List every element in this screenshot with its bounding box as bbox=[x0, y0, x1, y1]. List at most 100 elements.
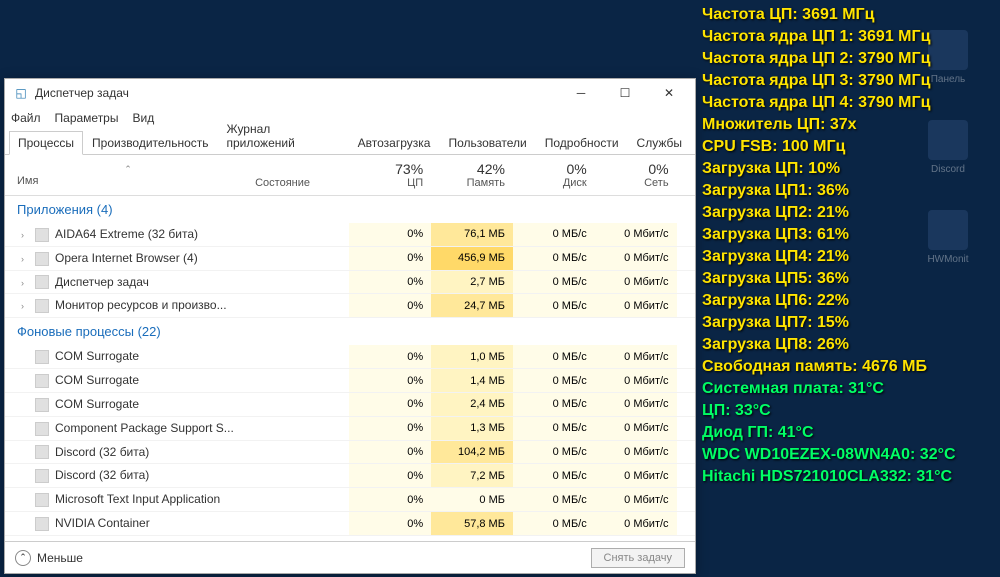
table-row[interactable]: NVIDIA Container0%57,8 МБ0 МБ/с0 Мбит/с bbox=[5, 512, 695, 536]
process-name: COM Surrogate bbox=[5, 345, 247, 368]
process-cpu: 0% bbox=[349, 270, 431, 294]
menu-file[interactable]: Файл bbox=[11, 111, 41, 125]
process-icon bbox=[35, 517, 49, 531]
process-state bbox=[247, 512, 349, 536]
process-mem: 7,2 МБ bbox=[431, 464, 513, 488]
process-disk: 0 МБ/с bbox=[513, 440, 595, 464]
expander-icon[interactable]: › bbox=[21, 254, 33, 264]
col-name[interactable]: ⌃ Имя bbox=[5, 155, 247, 196]
expander-icon[interactable]: › bbox=[21, 301, 33, 311]
maximize-button[interactable]: ☐ bbox=[603, 79, 647, 107]
tab-processes[interactable]: Процессы bbox=[9, 131, 83, 155]
process-name: Component Package Support S... bbox=[5, 416, 247, 440]
process-mem: 456,9 МБ bbox=[431, 246, 513, 270]
sensor-line: Частота ядра ЦП 3: 3790 МГц bbox=[702, 70, 992, 92]
process-mem: 1,3 МБ bbox=[431, 416, 513, 440]
titlebar[interactable]: ◱ Диспетчер задач ─ ☐ ✕ bbox=[5, 79, 695, 107]
group-row[interactable]: Приложения (4) bbox=[5, 196, 695, 224]
col-disk-label: Диск bbox=[521, 177, 587, 189]
process-net: 0 Мбит/с bbox=[595, 488, 677, 512]
col-state[interactable]: Состояние bbox=[247, 155, 349, 196]
process-cpu: 0% bbox=[349, 416, 431, 440]
fewer-button[interactable]: ⌃ Меньше bbox=[15, 550, 83, 566]
tab-app-history[interactable]: Журнал приложений bbox=[218, 117, 349, 154]
process-cpu: 0% bbox=[349, 246, 431, 270]
process-name: ›Монитор ресурсов и произво... bbox=[5, 294, 247, 318]
col-network[interactable]: 0% Сеть bbox=[595, 155, 677, 196]
process-disk: 0 МБ/с bbox=[513, 488, 595, 512]
mem-total: 42% bbox=[439, 161, 505, 177]
process-icon bbox=[35, 275, 49, 289]
window-title: Диспетчер задач bbox=[35, 86, 129, 100]
expander-icon[interactable]: › bbox=[21, 278, 33, 288]
expander-icon[interactable]: › bbox=[21, 230, 33, 240]
group-row[interactable]: Фоновые процессы (22) bbox=[5, 318, 695, 346]
sensor-line: Hitachi HDS721010CLA332: 31°C bbox=[702, 466, 992, 488]
process-net: 0 Мбит/с bbox=[595, 223, 677, 246]
table-row[interactable]: Component Package Support S...0%1,3 МБ0 … bbox=[5, 416, 695, 440]
sensor-line: Частота ядра ЦП 1: 3691 МГц bbox=[702, 26, 992, 48]
tab-details[interactable]: Подробности bbox=[536, 131, 628, 154]
process-mem: 1,0 МБ bbox=[431, 345, 513, 368]
process-state bbox=[247, 369, 349, 393]
sensor-line: Частота ядра ЦП 4: 3790 МГц bbox=[702, 92, 992, 114]
process-mem: 24,7 МБ bbox=[431, 294, 513, 318]
cpu-total: 73% bbox=[357, 161, 423, 177]
end-task-button[interactable]: Снять задачу bbox=[591, 548, 686, 568]
process-icon bbox=[35, 228, 49, 242]
col-disk[interactable]: 0% Диск bbox=[513, 155, 595, 196]
process-disk: 0 МБ/с bbox=[513, 464, 595, 488]
process-disk: 0 МБ/с bbox=[513, 392, 595, 416]
process-icon bbox=[35, 252, 49, 266]
process-icon bbox=[35, 445, 49, 459]
close-button[interactable]: ✕ bbox=[647, 79, 691, 107]
process-disk: 0 МБ/с bbox=[513, 246, 595, 270]
sensor-line: Загрузка ЦП4: 21% bbox=[702, 246, 992, 268]
process-icon bbox=[35, 493, 49, 507]
process-name: Microsoft Text Input Application bbox=[5, 488, 247, 512]
sensor-line: Частота ядра ЦП 2: 3790 МГц bbox=[702, 48, 992, 70]
table-row[interactable]: Microsoft Text Input Application0%0 МБ0 … bbox=[5, 488, 695, 512]
minimize-button[interactable]: ─ bbox=[559, 79, 603, 107]
col-memory[interactable]: 42% Память bbox=[431, 155, 513, 196]
sensor-overlay: Частота ЦП: 3691 МГцЧастота ядра ЦП 1: 3… bbox=[702, 4, 992, 488]
table-row[interactable]: ›Opera Internet Browser (4)0%456,9 МБ0 М… bbox=[5, 246, 695, 270]
process-disk: 0 МБ/с bbox=[513, 223, 595, 246]
table-row[interactable]: Discord (32 бита)0%104,2 МБ0 МБ/с0 Мбит/… bbox=[5, 440, 695, 464]
sensor-line: Загрузка ЦП2: 21% bbox=[702, 202, 992, 224]
tab-startup[interactable]: Автозагрузка bbox=[349, 131, 440, 154]
table-row[interactable]: COM Surrogate0%1,4 МБ0 МБ/с0 Мбит/с bbox=[5, 369, 695, 393]
fewer-label: Меньше bbox=[37, 551, 83, 565]
sensor-line: Множитель ЦП: 37x bbox=[702, 114, 992, 136]
process-cpu: 0% bbox=[349, 440, 431, 464]
sensor-line: Загрузка ЦП1: 36% bbox=[702, 180, 992, 202]
process-state bbox=[247, 488, 349, 512]
process-state bbox=[247, 246, 349, 270]
col-cpu[interactable]: 73% ЦП bbox=[349, 155, 431, 196]
process-icon bbox=[35, 299, 49, 313]
table-row[interactable]: COM Surrogate0%1,0 МБ0 МБ/с0 Мбит/с bbox=[5, 345, 695, 368]
process-disk: 0 МБ/с bbox=[513, 345, 595, 368]
table-row[interactable]: COM Surrogate0%2,4 МБ0 МБ/с0 Мбит/с bbox=[5, 392, 695, 416]
table-row[interactable]: Discord (32 бита)0%7,2 МБ0 МБ/с0 Мбит/с bbox=[5, 464, 695, 488]
sensor-line: Загрузка ЦП5: 36% bbox=[702, 268, 992, 290]
process-state bbox=[247, 345, 349, 368]
tab-users[interactable]: Пользователи bbox=[439, 131, 535, 154]
process-state bbox=[247, 440, 349, 464]
process-net: 0 Мбит/с bbox=[595, 440, 677, 464]
sensor-line: WDC WD10EZEX-08WN4A0: 32°C bbox=[702, 444, 992, 466]
table-row[interactable]: ›Диспетчер задач0%2,7 МБ0 МБ/с0 Мбит/с bbox=[5, 270, 695, 294]
process-list: ⌃ Имя Состояние 73% ЦП 42% Память bbox=[5, 155, 695, 541]
menubar: Файл Параметры Вид bbox=[5, 107, 695, 129]
sensor-line: Частота ЦП: 3691 МГц bbox=[702, 4, 992, 26]
tab-performance[interactable]: Производительность bbox=[83, 131, 217, 154]
menu-view[interactable]: Вид bbox=[132, 111, 154, 125]
table-row[interactable]: ›AIDA64 Extreme (32 бита)0%76,1 МБ0 МБ/с… bbox=[5, 223, 695, 246]
menu-options[interactable]: Параметры bbox=[55, 111, 119, 125]
process-name: NVIDIA Container bbox=[5, 512, 247, 536]
process-net: 0 Мбит/с bbox=[595, 369, 677, 393]
tab-services[interactable]: Службы bbox=[628, 131, 691, 154]
table-row[interactable]: ›Монитор ресурсов и произво...0%24,7 МБ0… bbox=[5, 294, 695, 318]
process-cpu: 0% bbox=[349, 223, 431, 246]
process-cpu: 0% bbox=[349, 512, 431, 536]
